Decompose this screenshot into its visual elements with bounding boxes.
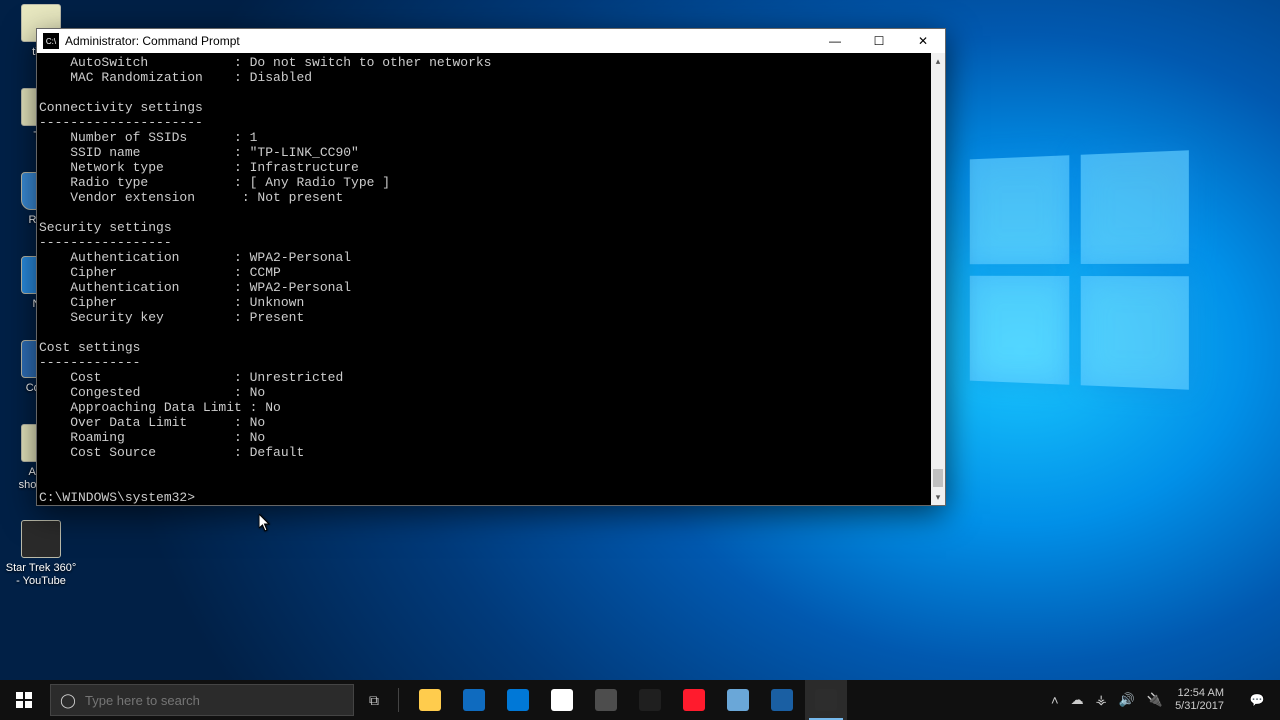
settings-icon — [595, 689, 617, 711]
store-icon — [639, 689, 661, 711]
task-view-button[interactable]: ⧉ — [354, 692, 394, 709]
scrollbar[interactable]: ▴ ▾ — [931, 53, 945, 505]
desktop-icon-trek[interactable]: Star Trek 360° - YouTube — [5, 520, 77, 588]
photos-icon — [771, 689, 793, 711]
clock-time: 12:54 AM — [1175, 687, 1224, 700]
start-button[interactable] — [0, 680, 48, 720]
maximize-button[interactable]: ☐ — [857, 29, 901, 53]
misc1-icon — [727, 689, 749, 711]
cmd-icon — [815, 689, 837, 711]
scroll-thumb[interactable] — [933, 469, 943, 487]
file-explorer-icon — [419, 689, 441, 711]
taskbar-app-photos[interactable] — [761, 680, 803, 720]
opera-icon — [683, 689, 705, 711]
tray-overflow-icon[interactable]: ˄ — [1051, 693, 1059, 708]
titlebar[interactable]: C:\ Administrator: Command Prompt — ☐ ✕ — [37, 29, 945, 53]
close-button[interactable]: ✕ — [901, 29, 945, 53]
power-icon[interactable]: 🔌 — [1147, 692, 1163, 708]
taskbar-app-opera[interactable] — [673, 680, 715, 720]
mail-icon — [463, 689, 485, 711]
action-center-button[interactable]: 💬 — [1238, 680, 1276, 720]
terminal-output[interactable]: AutoSwitch : Do not switch to other netw… — [37, 53, 931, 505]
taskbar-app-misc1[interactable] — [717, 680, 759, 720]
taskbar-app-edge[interactable] — [497, 680, 539, 720]
taskbar-app-chrome[interactable] — [541, 680, 583, 720]
window-title: Administrator: Command Prompt — [65, 34, 813, 48]
taskbar-app-mail[interactable] — [453, 680, 495, 720]
pinned-apps — [409, 680, 847, 720]
onedrive-icon[interactable]: ☁ — [1071, 692, 1084, 708]
search-input[interactable] — [85, 693, 353, 708]
command-prompt-window: C:\ Administrator: Command Prompt — ☐ ✕ … — [36, 28, 946, 506]
taskbar-app-store[interactable] — [629, 680, 671, 720]
taskbar-app-cmd[interactable] — [805, 680, 847, 720]
clock[interactable]: 12:54 AM 5/31/2017 — [1175, 687, 1226, 713]
scroll-track[interactable] — [931, 69, 945, 489]
chrome-icon — [551, 689, 573, 711]
wallpaper-windows-logo — [970, 150, 1189, 389]
trek-icon — [21, 520, 61, 558]
mouse-cursor — [259, 514, 271, 532]
scroll-down-button[interactable]: ▾ — [931, 489, 945, 505]
taskbar-app-file-explorer[interactable] — [409, 680, 451, 720]
cmd-icon: C:\ — [43, 33, 59, 49]
cortana-icon: ◯ — [51, 692, 85, 709]
search-box[interactable]: ◯ — [50, 684, 354, 716]
scroll-up-button[interactable]: ▴ — [931, 53, 945, 69]
edge-icon — [507, 689, 529, 711]
taskbar-separator — [398, 688, 399, 712]
clock-date: 5/31/2017 — [1175, 700, 1224, 713]
sound-icon[interactable]: 🔊 — [1119, 692, 1135, 708]
system-tray: ˄ ☁ ⚶ 🔊 🔌 12:54 AM 5/31/2017 💬 — [1041, 680, 1280, 720]
taskbar-app-settings[interactable] — [585, 680, 627, 720]
taskbar: ◯ ⧉ ˄ ☁ ⚶ 🔊 🔌 12:54 AM 5/31/2017 💬 — [0, 680, 1280, 720]
desktop-icon-label: Star Trek 360° - YouTube — [5, 562, 77, 588]
minimize-button[interactable]: — — [813, 29, 857, 53]
wifi-icon[interactable]: ⚶ — [1096, 692, 1107, 708]
